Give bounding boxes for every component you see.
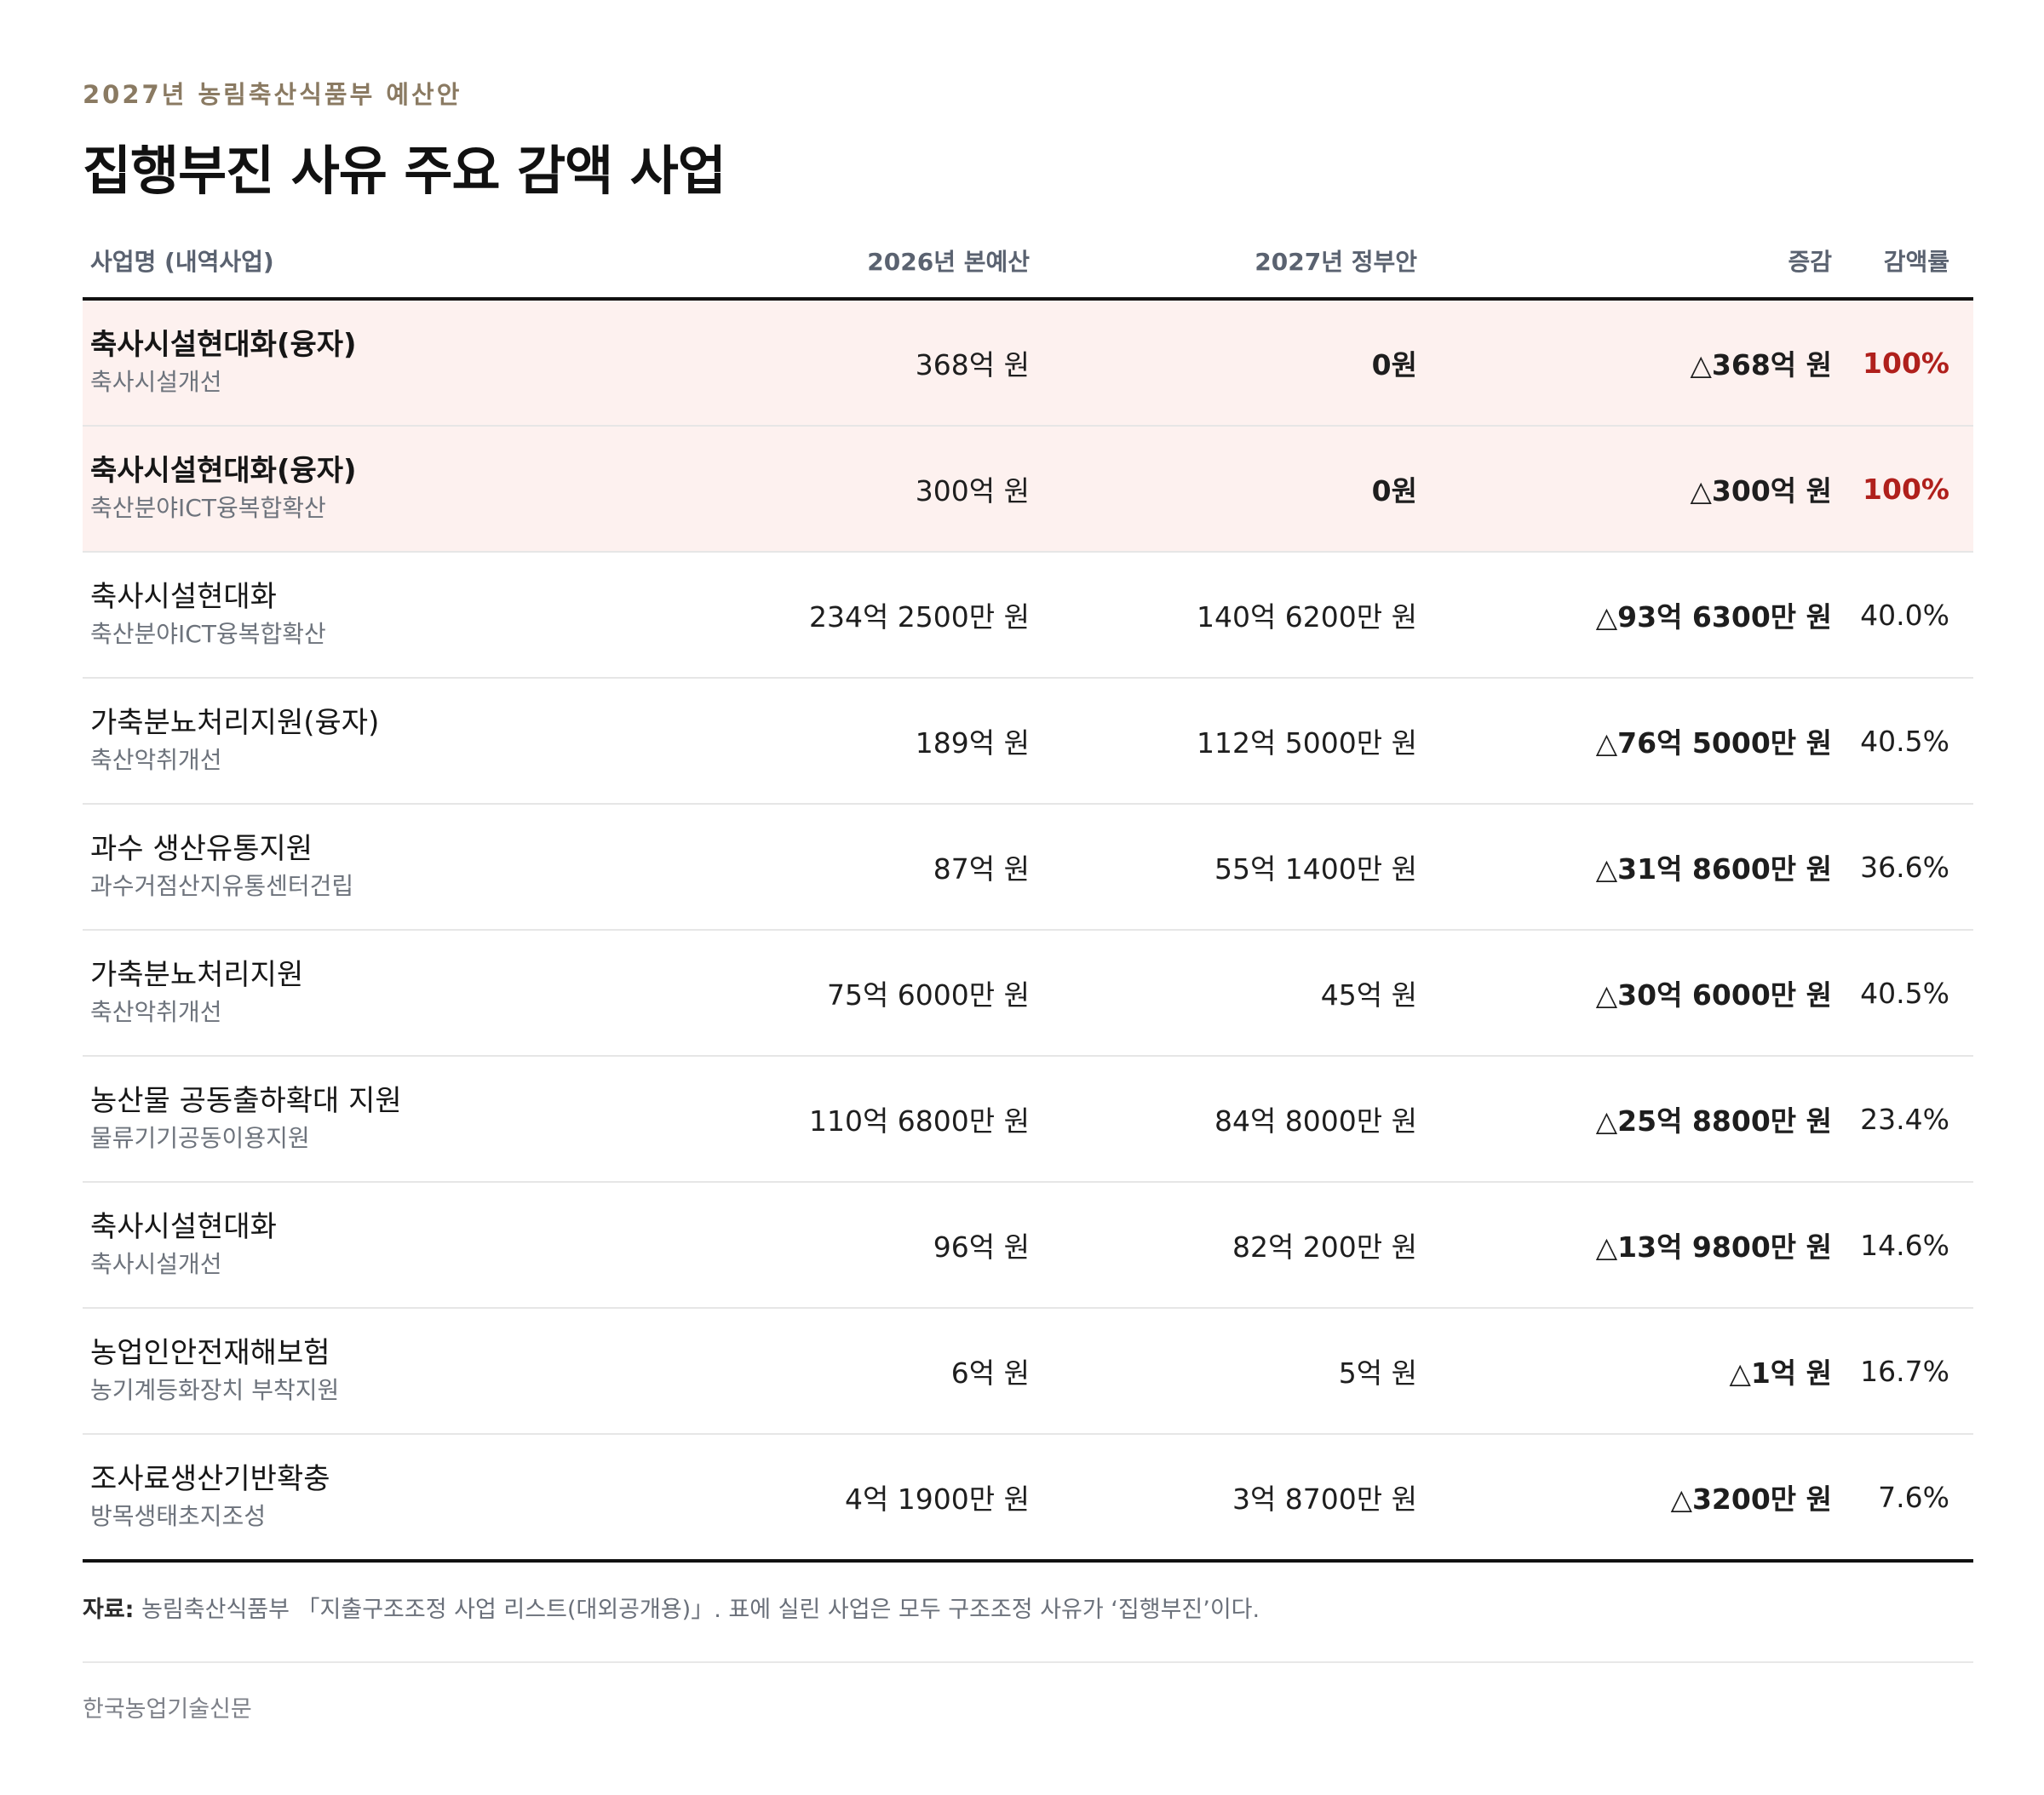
change-cell: △1억 원 — [1441, 1308, 1856, 1435]
rate-cell: 40.5% — [1856, 930, 1973, 1057]
footer-divider — [83, 1661, 1973, 1663]
project-name: 축사시설현대화 — [90, 580, 277, 614]
project-name: 축사시설현대화(융자) — [90, 328, 357, 362]
change-cell: △30억 6000만 원 — [1441, 930, 1856, 1057]
source-text: 농림축산식품부 「지출구조조정 사업 리스트(대외공개용)」. 표에 실린 사업… — [141, 1597, 1260, 1623]
proposal-2027-cell: 0원 — [1054, 426, 1441, 553]
budget-2026-cell: 6억 원 — [525, 1308, 1054, 1435]
table-row: 축사시설현대화 축산분야ICT융복합확산 234억 2500만 원 140억 6… — [83, 552, 1973, 679]
project-cell: 조사료생산기반확충 방목생태초지조성 — [83, 1434, 525, 1563]
proposal-2027-cell: 55억 1400만 원 — [1054, 804, 1441, 931]
project-cell: 축사시설현대화 축산분야ICT융복합확산 — [83, 552, 525, 679]
proposal-2027-cell: 45억 원 — [1054, 930, 1441, 1057]
column-header-budget-2026: 2026년 본예산 — [525, 223, 1054, 301]
column-header-change: 증감 — [1441, 223, 1856, 301]
sub-project-name: 축사시설개선 — [90, 368, 222, 396]
proposal-2027-cell: 0원 — [1054, 299, 1441, 427]
sub-project-name: 과수거점산지유통센터건립 — [90, 872, 354, 900]
table-row: 농업인안전재해보험 농기계등화장치 부착지원 6억 원 5억 원 △1억 원 1… — [83, 1308, 1973, 1435]
budget-2026-cell: 96억 원 — [525, 1182, 1054, 1309]
project-cell: 농업인안전재해보험 농기계등화장치 부착지원 — [83, 1308, 525, 1435]
budget-2026-cell: 75억 6000만 원 — [525, 930, 1054, 1057]
change-cell: △300억 원 — [1441, 426, 1856, 553]
source-label: 자료: — [83, 1597, 135, 1623]
project-cell: 농산물 공동출하확대 지원 물류기기공동이용지원 — [83, 1056, 525, 1183]
table-row: 조사료생산기반확충 방목생태초지조성 4억 1900만 원 3억 8700만 원… — [83, 1434, 1973, 1563]
sub-project-name: 축산악취개선 — [90, 998, 222, 1026]
project-name: 농업인안전재해보험 — [90, 1336, 330, 1370]
rate-cell: 36.6% — [1856, 804, 1973, 931]
change-cell: △93억 6300만 원 — [1441, 552, 1856, 679]
project-cell: 축사시설현대화(융자) 축사시설개선 — [83, 299, 525, 427]
eyebrow-label: 2027년 농림축산식품부 예산안 — [83, 80, 462, 109]
budget-2026-cell: 368억 원 — [525, 299, 1054, 427]
change-cell: △76억 5000만 원 — [1441, 678, 1856, 805]
proposal-2027-cell: 84억 8000만 원 — [1054, 1056, 1441, 1183]
publisher-name: 한국농업기술신문 — [83, 1696, 252, 1723]
proposal-2027-cell: 112억 5000만 원 — [1054, 678, 1441, 805]
project-name: 축사시설현대화(융자) — [90, 454, 357, 488]
proposal-2027-cell: 82억 200만 원 — [1054, 1182, 1441, 1309]
rate-cell: 14.6% — [1856, 1182, 1973, 1309]
table-row: 농산물 공동출하확대 지원 물류기기공동이용지원 110억 6800만 원 84… — [83, 1056, 1973, 1183]
rate-cell: 23.4% — [1856, 1056, 1973, 1183]
project-cell: 가축분뇨처리지원 축산악취개선 — [83, 930, 525, 1057]
project-cell: 과수 생산유통지원 과수거점산지유통센터건립 — [83, 804, 525, 931]
project-cell: 축사시설현대화(융자) 축산분야ICT융복합확산 — [83, 426, 525, 553]
change-cell: △13억 9800만 원 — [1441, 1182, 1856, 1309]
rate-cell: 100% — [1856, 426, 1973, 553]
project-cell: 가축분뇨처리지원(융자) 축산악취개선 — [83, 678, 525, 805]
project-name: 조사료생산기반확충 — [90, 1462, 330, 1496]
table-row: 축사시설현대화(융자) 축사시설개선 368억 원 0원 △368억 원 100… — [83, 299, 1973, 427]
table-row: 축사시설현대화 축사시설개선 96억 원 82억 200만 원 △13억 980… — [83, 1182, 1973, 1309]
sub-project-name: 축산악취개선 — [90, 746, 222, 774]
budget-2026-cell: 189억 원 — [525, 678, 1054, 805]
sub-project-name: 축산분야ICT융복합확산 — [90, 494, 326, 522]
sub-project-name: 축산분야ICT융복합확산 — [90, 620, 326, 648]
rate-cell: 40.0% — [1856, 552, 1973, 679]
change-cell: △3200만 원 — [1441, 1434, 1856, 1563]
proposal-2027-cell: 5억 원 — [1054, 1308, 1441, 1435]
rate-cell: 7.6% — [1856, 1434, 1973, 1563]
budget-2026-cell: 110억 6800만 원 — [525, 1056, 1054, 1183]
sub-project-name: 방목생태초지조성 — [90, 1502, 267, 1530]
project-name: 축사시설현대화 — [90, 1210, 277, 1244]
column-header-rate: 감액률 — [1856, 223, 1973, 301]
change-cell: △25억 8800만 원 — [1441, 1056, 1856, 1183]
project-name: 농산물 공동출하확대 지원 — [90, 1084, 402, 1118]
table-row: 가축분뇨처리지원(융자) 축산악취개선 189억 원 112억 5000만 원 … — [83, 678, 1973, 805]
project-name: 가축분뇨처리지원 — [90, 958, 304, 992]
table-row: 가축분뇨처리지원 축산악취개선 75억 6000만 원 45억 원 △30억 6… — [83, 930, 1973, 1057]
rate-cell: 40.5% — [1856, 678, 1973, 805]
project-name: 가축분뇨처리지원(융자) — [90, 706, 380, 740]
table-header-row: 사업명 (내역사업) 2026년 본예산 2027년 정부안 증감 감액률 — [83, 223, 1973, 301]
budget-2026-cell: 300억 원 — [525, 426, 1054, 553]
sub-project-name: 축사시설개선 — [90, 1250, 222, 1278]
budget-table: 사업명 (내역사업) 2026년 본예산 2027년 정부안 증감 감액률 축사… — [83, 223, 1973, 1563]
source-note: 자료: 농림축산식품부 「지출구조조정 사업 리스트(대외공개용)」. 표에 실… — [83, 1591, 1260, 1624]
proposal-2027-cell: 140억 6200만 원 — [1054, 552, 1441, 679]
column-header-name: 사업명 (내역사업) — [83, 223, 525, 301]
page-title: 집행부진 사유 주요 감액 사업 — [83, 140, 726, 202]
table-row: 축사시설현대화(융자) 축산분야ICT융복합확산 300억 원 0원 △300억… — [83, 426, 1973, 553]
rate-cell: 100% — [1856, 299, 1973, 427]
project-cell: 축사시설현대화 축사시설개선 — [83, 1182, 525, 1309]
sub-project-name: 물류기기공동이용지원 — [90, 1124, 310, 1152]
project-name: 과수 생산유통지원 — [90, 832, 313, 866]
budget-2026-cell: 87억 원 — [525, 804, 1054, 931]
change-cell: △368억 원 — [1441, 299, 1856, 427]
table-row: 과수 생산유통지원 과수거점산지유통센터건립 87억 원 55억 1400만 원… — [83, 804, 1973, 931]
column-header-proposal-2027: 2027년 정부안 — [1054, 223, 1441, 301]
rate-cell: 16.7% — [1856, 1308, 1973, 1435]
proposal-2027-cell: 3억 8700만 원 — [1054, 1434, 1441, 1563]
change-cell: △31억 8600만 원 — [1441, 804, 1856, 931]
budget-2026-cell: 234억 2500만 원 — [525, 552, 1054, 679]
budget-2026-cell: 4억 1900만 원 — [525, 1434, 1054, 1563]
sub-project-name: 농기계등화장치 부착지원 — [90, 1376, 340, 1404]
